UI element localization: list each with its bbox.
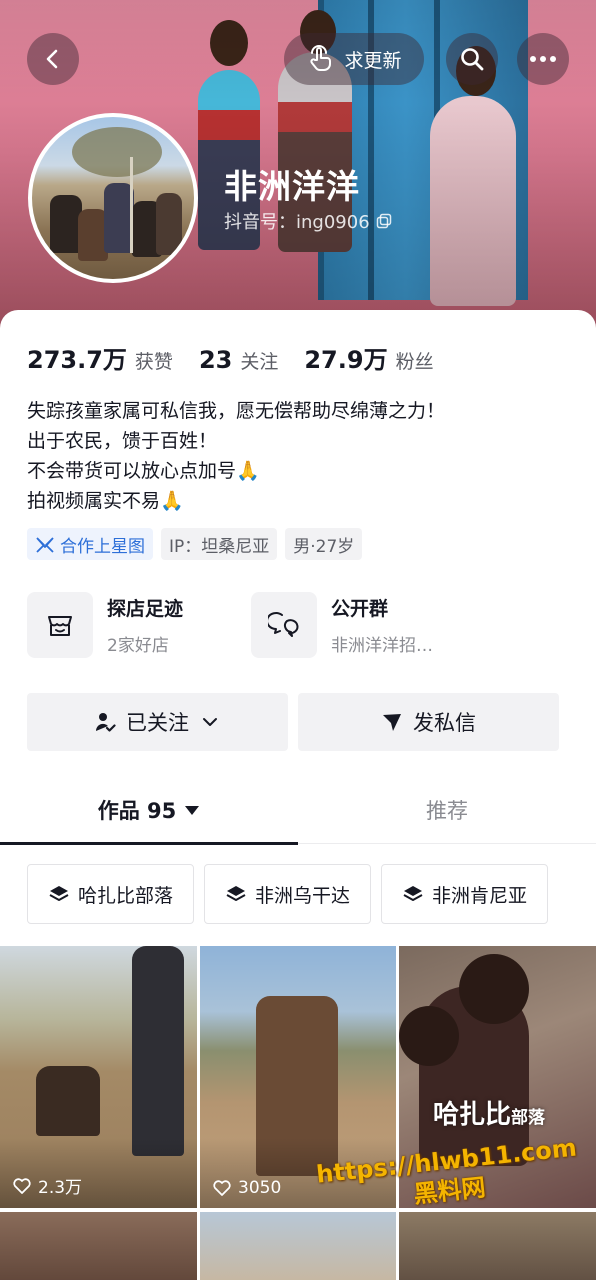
profile-header: 求更新 非洲洋洋 抖音号：ing0906 [0,0,596,340]
tab-works-label: 作品 95 [97,799,177,823]
stack-icon [49,886,69,901]
chevron-down-icon [203,718,217,726]
store-icon-box [27,592,93,658]
collection-chip[interactable]: 非洲肯尼亚 [381,864,549,924]
search-button[interactable] [446,33,498,85]
tab-active-indicator [0,842,298,845]
video-title-main: 哈扎比 [433,1100,512,1130]
more-button[interactable] [517,33,569,85]
send-message-label: 发私信 [413,711,476,735]
profile-name: 非洲洋洋 [224,167,360,206]
store-visits-entry[interactable]: 探店足迹 2家好店 [27,592,183,658]
profile-tabs: 作品 95 推荐 [0,776,596,845]
store-visits-title: 探店足迹 [107,598,184,620]
collection-chip-label: 非洲乌干达 [255,884,351,907]
copy-icon [376,213,391,229]
thumbnail-figure [399,1006,459,1066]
collection-chip-label: 非洲肯尼亚 [432,884,528,907]
collection-chip[interactable]: 哈扎比部落 [27,864,195,924]
store-icon [48,616,72,636]
profile-content: 273.7万 获赞 23 关注 27.9万 粉丝 失踪孩童家属可私信我，愿无偿帮… [0,310,596,1280]
video-title-suffix: 部落 [511,1108,546,1128]
heart-icon [213,1180,231,1196]
group-icon-box [251,592,317,658]
profile-stats: 273.7万 获赞 23 关注 27.9万 粉丝 [27,340,460,375]
profile-bio: 失踪孩童家属可私信我，愿无偿帮助尽绵薄之力！ 出于农民，馈于百姓！ 不会带货可以… [27,396,445,516]
bio-line: 不会带货可以放心点加号🙏 [27,460,260,482]
following-count[interactable]: 23 [199,346,232,374]
tab-recommend[interactable]: 推荐 [298,776,596,844]
back-button[interactable] [27,33,79,85]
stack-icon [403,886,423,901]
douyin-id[interactable]: 抖音号：ing0906 [224,208,392,234]
collection-chips: 哈扎比部落 非洲乌干达 非洲肯尼亚 [27,864,549,924]
public-group-title: 公开群 [331,598,389,620]
video-thumbnail[interactable]: 2.3万 [0,946,197,1208]
search-icon [461,48,484,71]
request-update-button[interactable]: 求更新 [284,33,424,85]
request-update-label: 求更新 [344,49,402,72]
following-label[interactable]: 关注 [240,347,278,374]
bio-line: 拍视频属实不易🙏 [27,490,184,512]
video-likes: 2.3万 [12,1173,82,1198]
video-thumbnail[interactable] [399,1212,596,1280]
thumbnail-figure [132,946,184,1156]
avatar[interactable] [28,113,198,283]
thumbnail-figure [36,1066,100,1136]
chat-group-icon [268,612,299,637]
likes-count: 273.7万 [27,346,127,374]
collection-chip[interactable]: 非洲乌干达 [204,864,372,924]
send-icon [383,714,401,731]
video-thumbnail[interactable] [0,1212,197,1280]
video-likes-count: 3050 [238,1178,282,1198]
star-map-icon [36,537,54,553]
collection-chip-label: 哈扎比部落 [78,884,174,907]
more-dots-icon [530,56,556,62]
ip-location-tag: IP：坦桑尼亚 [161,528,278,560]
gender-age-tag: 男·27岁 [285,528,363,560]
send-message-button[interactable]: 发私信 [298,693,559,751]
avatar-tree [72,127,162,177]
likes-label: 获赞 [134,351,173,373]
douyin-id-text: 抖音号：ing0906 [224,212,370,233]
video-thumbnail[interactable] [200,1212,396,1280]
avatar-spear [130,157,133,253]
star-map-tag[interactable]: 合作上星图 [27,528,153,560]
followers-count[interactable]: 27.9万 [304,340,387,375]
public-group-entry[interactable]: 公开群 非洲洋洋招… [251,592,433,658]
video-likes: 3050 [212,1178,281,1198]
video-likes-count: 2.3万 [38,1178,83,1198]
caret-down-icon [185,806,200,815]
bio-line: 出于农民，馈于百姓！ [27,430,218,452]
heart-icon [13,1177,31,1194]
bio-line: 失踪孩童家属可私信我，愿无偿帮助尽绵薄之力！ [27,400,446,422]
profile-tags: 合作上星图 IP：坦桑尼亚 男·27岁 [27,528,363,560]
followers-label[interactable]: 粉丝 [396,347,434,374]
tab-works[interactable]: 作品 95 [0,776,298,845]
followed-label: 已关注 [126,711,189,735]
pointing-hand-icon [310,45,332,71]
user-check-icon [95,713,116,732]
avatar-person [156,193,182,255]
chevron-left-icon [46,49,58,69]
video-title-overlay: 哈扎比部落 [433,1094,545,1131]
stack-icon [226,886,246,901]
followed-button[interactable]: 已关注 [27,693,288,751]
thumbnail-figure [459,954,529,1024]
public-group-subtitle: 非洲洋洋招… [331,636,433,656]
store-visits-subtitle: 2家好店 [107,636,169,656]
star-map-label: 合作上星图 [60,536,145,557]
